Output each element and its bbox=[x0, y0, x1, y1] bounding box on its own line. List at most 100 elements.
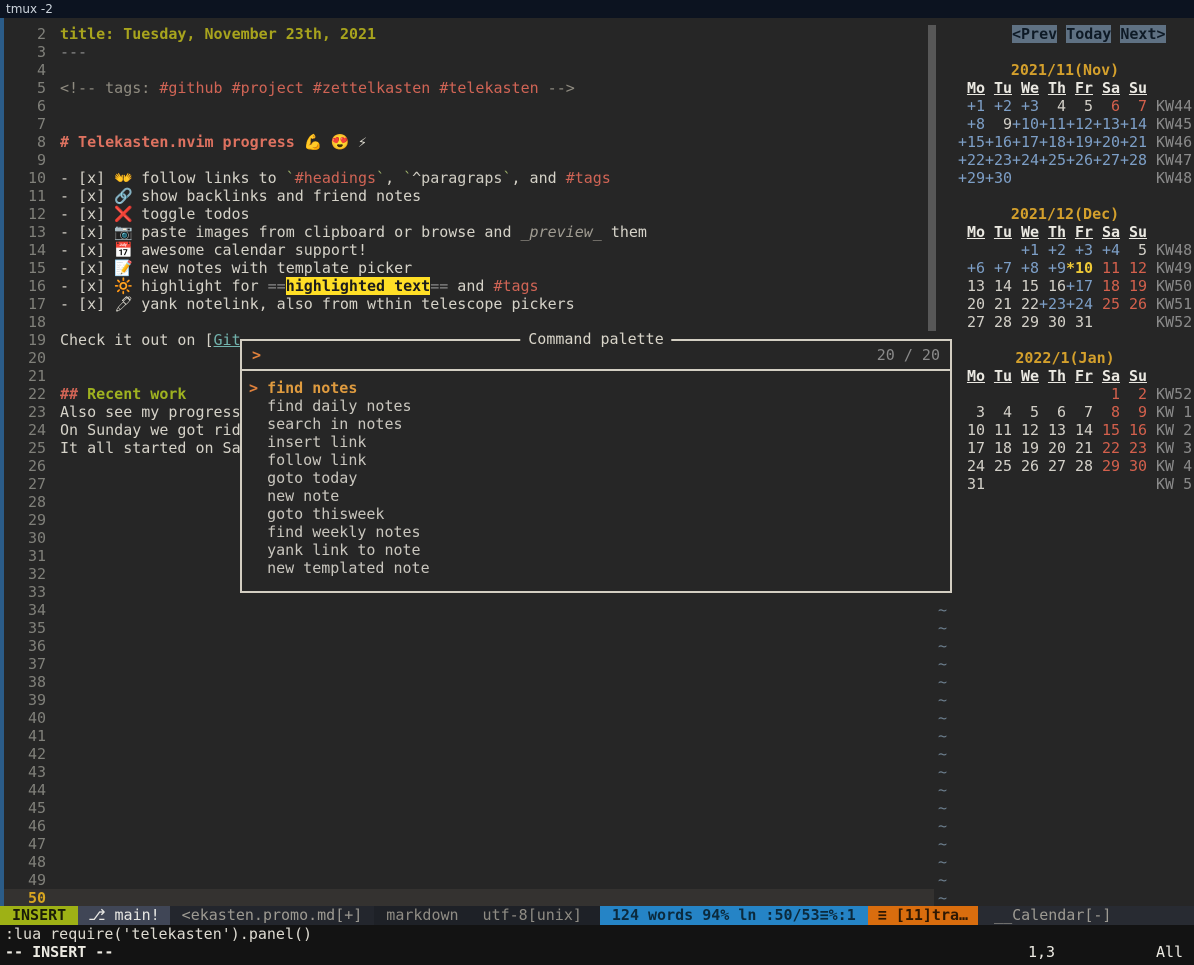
editor-line[interactable]: 45 bbox=[4, 799, 934, 817]
editor-line[interactable]: 13- [x] 📷 paste images from clipboard or… bbox=[4, 223, 934, 241]
calendar-day[interactable]: +6 bbox=[958, 259, 985, 277]
calendar-day[interactable]: +16 bbox=[985, 133, 1012, 151]
calendar-day[interactable]: 31 bbox=[958, 475, 985, 493]
calendar-day[interactable]: +24 bbox=[1012, 151, 1039, 169]
calendar-day[interactable]: +23 bbox=[1039, 295, 1066, 313]
calendar-day[interactable]: 2 bbox=[1120, 385, 1147, 403]
calendar-day[interactable]: +12 bbox=[1066, 115, 1093, 133]
calendar-day[interactable]: +20 bbox=[1093, 133, 1120, 151]
palette-item[interactable]: find daily notes bbox=[242, 397, 950, 415]
calendar-day[interactable]: 3 bbox=[958, 403, 985, 421]
calendar-day[interactable]: +17 bbox=[1066, 277, 1093, 295]
editor-line[interactable]: 42 bbox=[4, 745, 934, 763]
calendar-day[interactable]: 12 bbox=[1120, 259, 1147, 277]
calendar-day[interactable]: 14 bbox=[1066, 421, 1093, 439]
calendar-day[interactable]: 4 bbox=[985, 403, 1012, 421]
palette-item[interactable]: goto today bbox=[242, 469, 950, 487]
calendar-day[interactable]: 13 bbox=[958, 277, 985, 295]
calendar-day[interactable]: +13 bbox=[1093, 115, 1120, 133]
calendar-day[interactable]: +3 bbox=[1012, 97, 1039, 115]
calendar-day[interactable]: +28 bbox=[1120, 151, 1147, 169]
palette-item[interactable]: goto thisweek bbox=[242, 505, 950, 523]
calendar-day[interactable]: 26 bbox=[1120, 295, 1147, 313]
calendar-day[interactable]: 20 bbox=[1039, 439, 1066, 457]
palette-item[interactable]: yank link to note bbox=[242, 541, 950, 559]
calendar-day[interactable]: 22 bbox=[1093, 439, 1120, 457]
calendar-day[interactable]: +23 bbox=[985, 151, 1012, 169]
calendar-day[interactable]: 21 bbox=[1066, 439, 1093, 457]
calendar-day[interactable]: 10 bbox=[958, 421, 985, 439]
command-line[interactable]: :lua require('telekasten').panel() bbox=[0, 925, 1194, 943]
calendar-day[interactable]: 1 bbox=[1093, 385, 1120, 403]
calendar-day[interactable]: 21 bbox=[985, 295, 1012, 313]
calendar-day[interactable]: 27 bbox=[958, 313, 985, 331]
calendar-day[interactable]: 27 bbox=[1039, 457, 1066, 475]
calendar-day[interactable]: 22 bbox=[1012, 295, 1039, 313]
editor-line[interactable]: 40 bbox=[4, 709, 934, 727]
calendar-day[interactable]: 7 bbox=[1066, 403, 1093, 421]
calendar-day[interactable]: 18 bbox=[985, 439, 1012, 457]
calendar-day[interactable]: 15 bbox=[1093, 421, 1120, 439]
calendar-day[interactable]: 11 bbox=[985, 421, 1012, 439]
calendar-day[interactable]: 30 bbox=[1039, 313, 1066, 331]
calendar-day[interactable]: +26 bbox=[1066, 151, 1093, 169]
calendar-day[interactable]: 20 bbox=[958, 295, 985, 313]
calendar-day[interactable]: 17 bbox=[958, 439, 985, 457]
editor-line[interactable]: 49 bbox=[4, 871, 934, 889]
editor-line[interactable]: 50 bbox=[4, 889, 934, 906]
calendar-day[interactable]: +9 bbox=[1039, 259, 1066, 277]
editor-line[interactable]: 4 bbox=[4, 61, 934, 79]
calendar-day[interactable]: +17 bbox=[1012, 133, 1039, 151]
calendar-day[interactable]: 19 bbox=[1120, 277, 1147, 295]
calendar-day[interactable]: 28 bbox=[985, 313, 1012, 331]
calendar-day[interactable]: 5 bbox=[1120, 241, 1147, 259]
calendar-day[interactable]: +8 bbox=[958, 115, 985, 133]
editor-line[interactable]: 36 bbox=[4, 637, 934, 655]
calendar-day[interactable]: +27 bbox=[1093, 151, 1120, 169]
editor-line[interactable]: 7 bbox=[4, 115, 934, 133]
calendar-day[interactable]: 29 bbox=[1093, 457, 1120, 475]
palette-item[interactable]: new templated note bbox=[242, 559, 950, 577]
today-button[interactable]: Today bbox=[1066, 25, 1111, 43]
calendar-day[interactable]: 15 bbox=[1012, 277, 1039, 295]
editor-line[interactable]: 41 bbox=[4, 727, 934, 745]
calendar-day[interactable]: 19 bbox=[1012, 439, 1039, 457]
calendar-day[interactable]: +18 bbox=[1039, 133, 1066, 151]
palette-item[interactable]: search in notes bbox=[242, 415, 950, 433]
editor-line[interactable]: 39 bbox=[4, 691, 934, 709]
calendar-day[interactable]: +1 bbox=[1012, 241, 1039, 259]
editor-line[interactable]: 18 bbox=[4, 313, 934, 331]
calendar-day[interactable]: +3 bbox=[1066, 241, 1093, 259]
calendar-pane[interactable]: <Prev Today Next>2021/11(Nov)MoTuWeThFrS… bbox=[936, 18, 1194, 906]
calendar-day[interactable]: +4 bbox=[1093, 241, 1120, 259]
calendar-day[interactable]: +19 bbox=[1066, 133, 1093, 151]
calendar-day[interactable]: 30 bbox=[1120, 457, 1147, 475]
calendar-day[interactable]: +10 bbox=[1012, 115, 1039, 133]
calendar-day[interactable]: 28 bbox=[1066, 457, 1093, 475]
editor-line[interactable]: 43 bbox=[4, 763, 934, 781]
calendar-day[interactable]: 6 bbox=[1039, 403, 1066, 421]
editor-line[interactable]: 14- [x] 📅 awesome calendar support! bbox=[4, 241, 934, 259]
editor-line[interactable]: 10- [x] 👐 follow links to `#headings`, `… bbox=[4, 169, 934, 187]
calendar-day[interactable]: +22 bbox=[958, 151, 985, 169]
editor-line[interactable]: 8# Telekasten.nvim progress 💪 😍 ⚡ bbox=[4, 133, 934, 151]
calendar-day[interactable]: +8 bbox=[1012, 259, 1039, 277]
editor-line[interactable]: 48 bbox=[4, 853, 934, 871]
calendar-day[interactable]: 6 bbox=[1093, 97, 1120, 115]
prev-button[interactable]: <Prev bbox=[1012, 25, 1057, 43]
editor-line[interactable]: 47 bbox=[4, 835, 934, 853]
calendar-day[interactable]: +15 bbox=[958, 133, 985, 151]
calendar-day[interactable]: 8 bbox=[1093, 403, 1120, 421]
calendar-day[interactable]: +24 bbox=[1066, 295, 1093, 313]
calendar-day[interactable]: +30 bbox=[985, 169, 1012, 187]
editor-line[interactable]: 15- [x] 📝 new notes with template picker bbox=[4, 259, 934, 277]
editor-line[interactable]: 9 bbox=[4, 151, 934, 169]
palette-item[interactable]: insert link bbox=[242, 433, 950, 451]
calendar-day[interactable]: 7 bbox=[1120, 97, 1147, 115]
calendar-day[interactable]: 16 bbox=[1039, 277, 1066, 295]
calendar-day[interactable]: 11 bbox=[1093, 259, 1120, 277]
calendar-day[interactable]: 5 bbox=[1066, 97, 1093, 115]
calendar-day[interactable]: +25 bbox=[1039, 151, 1066, 169]
palette-item[interactable]: > find notes bbox=[242, 379, 950, 397]
editor-line[interactable]: 12- [x] ❌ toggle todos bbox=[4, 205, 934, 223]
